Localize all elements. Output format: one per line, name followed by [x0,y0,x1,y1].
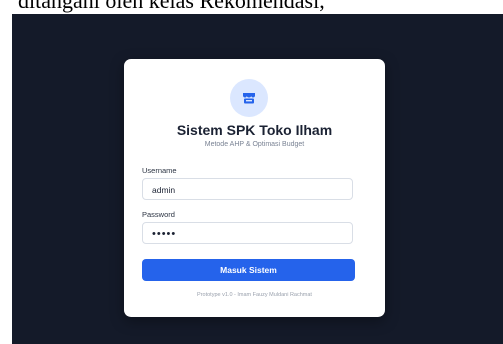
username-label: Username [142,166,177,175]
password-label: Password [142,210,175,219]
page-subtitle: Metode AHP & Optimasi Budget [204,141,305,148]
footer-credit: Prototype v1.0 - Imam Fauzy Muldani Rach… [197,292,312,298]
app-logo [230,79,268,117]
username-field[interactable]: admin [142,178,353,200]
app-background: Sistem SPK Toko Ilham Metode AHP & Optim… [12,14,503,344]
document-caption-text: ditangani oleh kelas Rekomendasi, [18,0,325,13]
login-card: Sistem SPK Toko Ilham Metode AHP & Optim… [124,59,385,317]
login-button[interactable]: Masuk Sistem [142,259,355,281]
password-field[interactable]: ••••• [142,222,353,244]
page-title: Sistem SPK Toko Ilham [176,122,333,138]
store-icon [243,93,255,104]
